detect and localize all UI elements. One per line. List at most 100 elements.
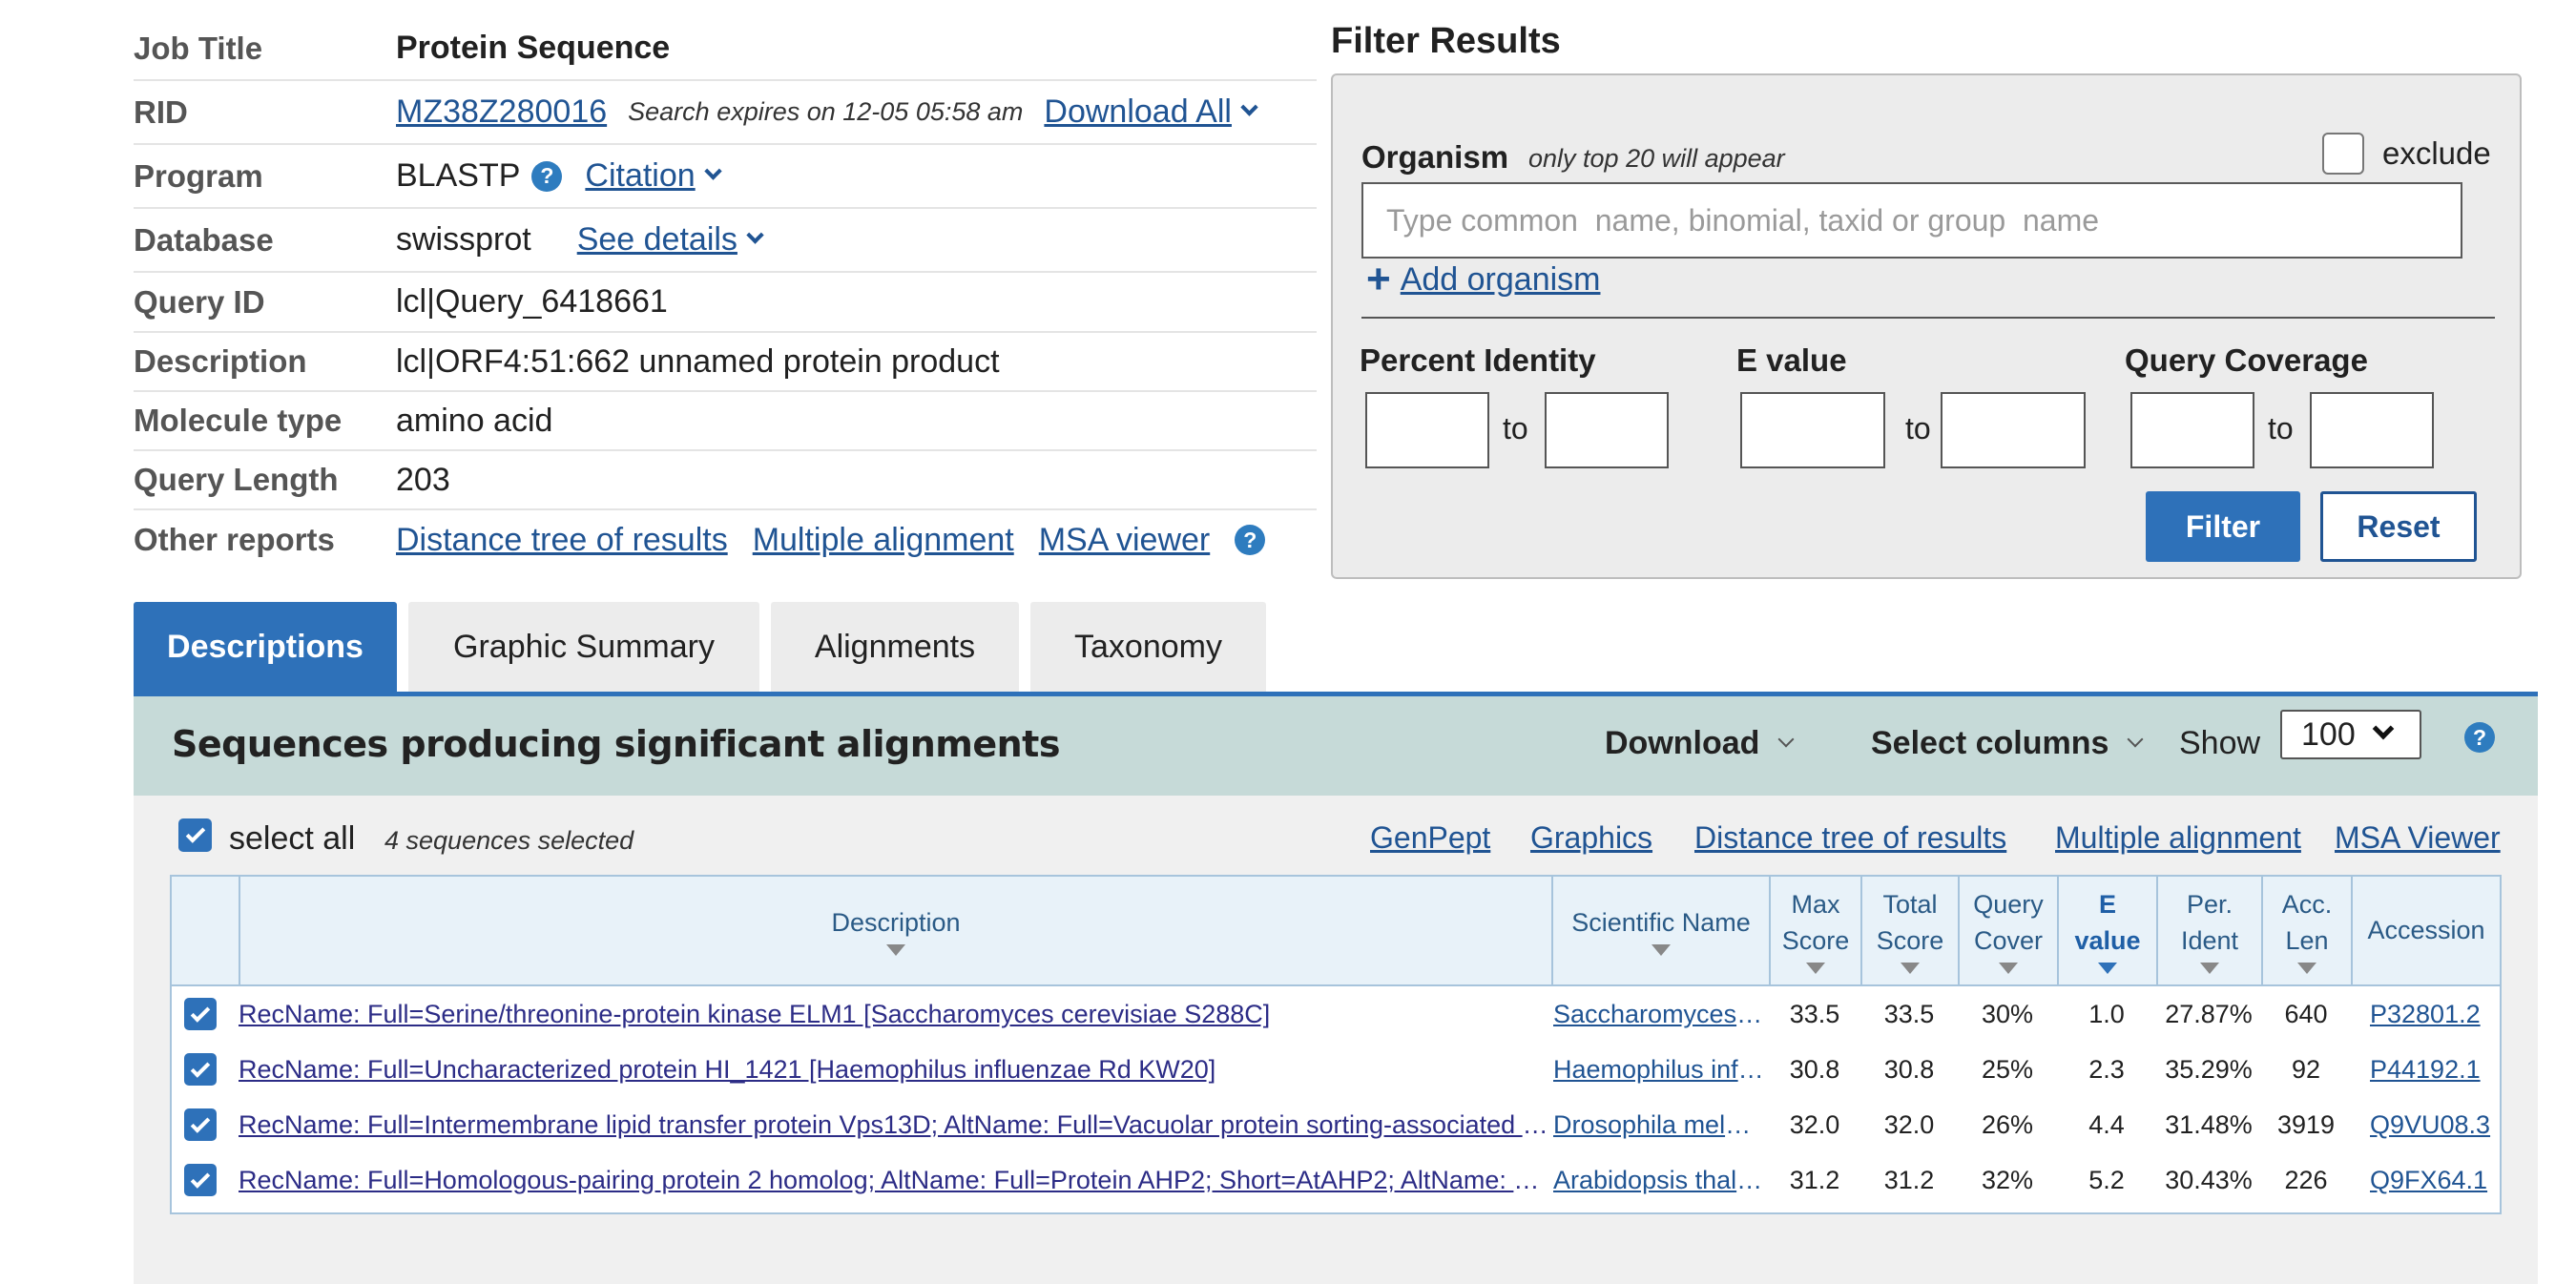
header-description-label: Description: [831, 907, 961, 937]
genpept-link[interactable]: GenPept: [1370, 820, 1490, 856]
total-score: 31.2: [1883, 1165, 1935, 1194]
header-description[interactable]: Description: [239, 877, 1551, 984]
query-cover: 26%: [1981, 1109, 2034, 1139]
header-acc-len[interactable]: Acc. Len: [2261, 877, 2351, 984]
evalue-max-input[interactable]: [1941, 392, 2086, 468]
reset-button[interactable]: Reset: [2320, 491, 2477, 562]
distance-tree-link[interactable]: Distance tree of results: [1694, 820, 2006, 856]
acc-len: 3919: [2276, 1109, 2336, 1139]
download-all-link[interactable]: Download All: [1044, 93, 1232, 131]
table-row: RecName: Full=Homologous-pairing protein…: [172, 1152, 2500, 1208]
accession-link[interactable]: P44192.1: [2370, 1042, 2500, 1097]
scientific-name-link[interactable]: Haemophilus influenzae Rd KW20: [1553, 1042, 1765, 1097]
selected-count: 4 sequences selected: [384, 826, 634, 855]
table-header: Description Scientific Name Max Score To…: [172, 877, 2500, 986]
query-coverage-min-input[interactable]: [2130, 392, 2254, 468]
scientific-name-link[interactable]: Arabidopsis thaliana: [1553, 1152, 1765, 1208]
scientific-name-link[interactable]: Saccharomyces cerevisiae S288C: [1553, 986, 1765, 1042]
help-icon[interactable]: ?: [2464, 722, 2495, 753]
organism-label: Organism: [1361, 139, 1509, 175]
description-link[interactable]: RecName: Full=Serine/threonine-protein k…: [239, 986, 1549, 1042]
header-evalue-line1: E: [2098, 889, 2116, 919]
description-link[interactable]: RecName: Full=Homologous-pairing protein…: [239, 1152, 1549, 1208]
query-id-label: Query ID: [134, 283, 265, 320]
query-length-value: 203: [396, 461, 450, 498]
query-cover: 32%: [1981, 1165, 2034, 1194]
header-evalue-line2: value: [2074, 925, 2141, 955]
evalue-label: E value: [1736, 342, 1847, 378]
header-per-ident-line2: Ident: [2180, 925, 2239, 955]
accession-link[interactable]: Q9FX64.1: [2370, 1152, 2500, 1208]
select-columns-menu[interactable]: Select columns: [1871, 725, 2144, 762]
chevron-down-icon[interactable]: [1240, 98, 1258, 116]
checkmark-icon: [190, 1112, 211, 1133]
scientific-name-link[interactable]: Drosophila melanogaster: [1553, 1097, 1765, 1152]
header-scientific-name[interactable]: Scientific Name: [1551, 877, 1769, 984]
row-checkbox[interactable]: [184, 1108, 217, 1141]
rid-link[interactable]: MZ38Z280016: [396, 93, 607, 131]
accession-link[interactable]: Q9VU08.3: [2370, 1097, 2500, 1152]
evalue-min-input[interactable]: [1740, 392, 1885, 468]
help-icon[interactable]: ?: [531, 160, 563, 192]
per-ident: 31.48%: [2165, 1109, 2253, 1139]
citation-link[interactable]: Citation: [585, 157, 695, 195]
multiple-alignment-link[interactable]: Multiple alignment: [2055, 820, 2301, 856]
tab-graphic-summary[interactable]: Graphic Summary: [408, 602, 759, 693]
query-length-label: Query Length: [134, 462, 339, 497]
sort-icon: [1999, 963, 2018, 975]
exclude-label: exclude: [2382, 135, 2491, 171]
chevron-down-icon: [1777, 731, 1795, 747]
percent-identity-max-input[interactable]: [1545, 392, 1669, 468]
results-header: Sequences producing significant alignmen…: [134, 696, 2538, 796]
query-id-value: lcl|Query_6418661: [396, 283, 668, 320]
header-per-ident[interactable]: Per. Ident: [2156, 877, 2261, 984]
results-tabs: Descriptions Graphic Summary Alignments …: [134, 602, 1278, 693]
query-coverage-max-input[interactable]: [2310, 392, 2434, 468]
msa-viewer-link[interactable]: MSA viewer: [1039, 522, 1211, 559]
query-coverage-label: Query Coverage: [2125, 342, 2368, 378]
tab-alignments[interactable]: Alignments: [771, 602, 1019, 693]
graphics-link[interactable]: Graphics: [1530, 820, 1652, 856]
distance-tree-link[interactable]: Distance tree of results: [396, 522, 728, 559]
organism-input[interactable]: [1361, 182, 2462, 259]
description-link[interactable]: RecName: Full=Intermembrane lipid transf…: [239, 1097, 1549, 1152]
row-checkbox[interactable]: [184, 1164, 217, 1196]
help-icon[interactable]: ?: [1235, 525, 1266, 555]
percent-identity-min-input[interactable]: [1365, 392, 1489, 468]
download-menu[interactable]: Download: [1605, 725, 1795, 762]
description-link[interactable]: RecName: Full=Uncharacterized protein HI…: [239, 1042, 1549, 1097]
exclude-checkbox[interactable]: [2322, 133, 2364, 175]
msa-viewer-link[interactable]: MSA Viewer: [2335, 820, 2501, 856]
chevron-down-icon[interactable]: [746, 226, 764, 244]
multiple-alignment-link[interactable]: Multiple alignment: [753, 522, 1014, 559]
total-score: 33.5: [1883, 999, 1935, 1028]
database-value: swissprot: [396, 221, 531, 258]
header-accession[interactable]: Accession: [2351, 877, 2500, 984]
row-checkbox[interactable]: [184, 1053, 217, 1086]
show-count-select[interactable]: 100: [2280, 710, 2421, 759]
select-all-checkbox[interactable]: [178, 818, 212, 852]
tab-descriptions[interactable]: Descriptions: [134, 602, 397, 693]
max-score: 31.2: [1789, 1165, 1840, 1194]
add-organism-link[interactable]: + Add organism: [1366, 259, 1600, 300]
description-label: Description: [134, 343, 307, 379]
program-label: Program: [134, 157, 263, 194]
header-total-score[interactable]: Total Score: [1860, 877, 1958, 984]
tab-taxonomy[interactable]: Taxonomy: [1030, 602, 1266, 693]
job-summary: Job Title Protein Sequence RID MZ38Z2800…: [134, 17, 1317, 570]
header-max-score[interactable]: Max Score: [1769, 877, 1860, 984]
results-title: Sequences producing significant alignmen…: [172, 723, 1060, 765]
add-organism-label[interactable]: Add organism: [1401, 261, 1601, 299]
sort-icon: [2200, 963, 2219, 975]
header-acc-len-line1: Acc.: [2281, 889, 2333, 919]
header-evalue[interactable]: E value: [2057, 877, 2156, 984]
per-ident: 27.87%: [2165, 999, 2253, 1028]
row-checkbox[interactable]: [184, 998, 217, 1030]
filter-button[interactable]: Filter: [2146, 491, 2300, 562]
select-all-label: select all: [229, 820, 356, 857]
see-details-link[interactable]: See details: [577, 221, 737, 259]
max-score: 33.5: [1789, 999, 1840, 1028]
header-query-cover[interactable]: Query Cover: [1958, 877, 2057, 984]
chevron-down-icon[interactable]: [703, 162, 722, 180]
accession-link[interactable]: P32801.2: [2370, 986, 2500, 1042]
